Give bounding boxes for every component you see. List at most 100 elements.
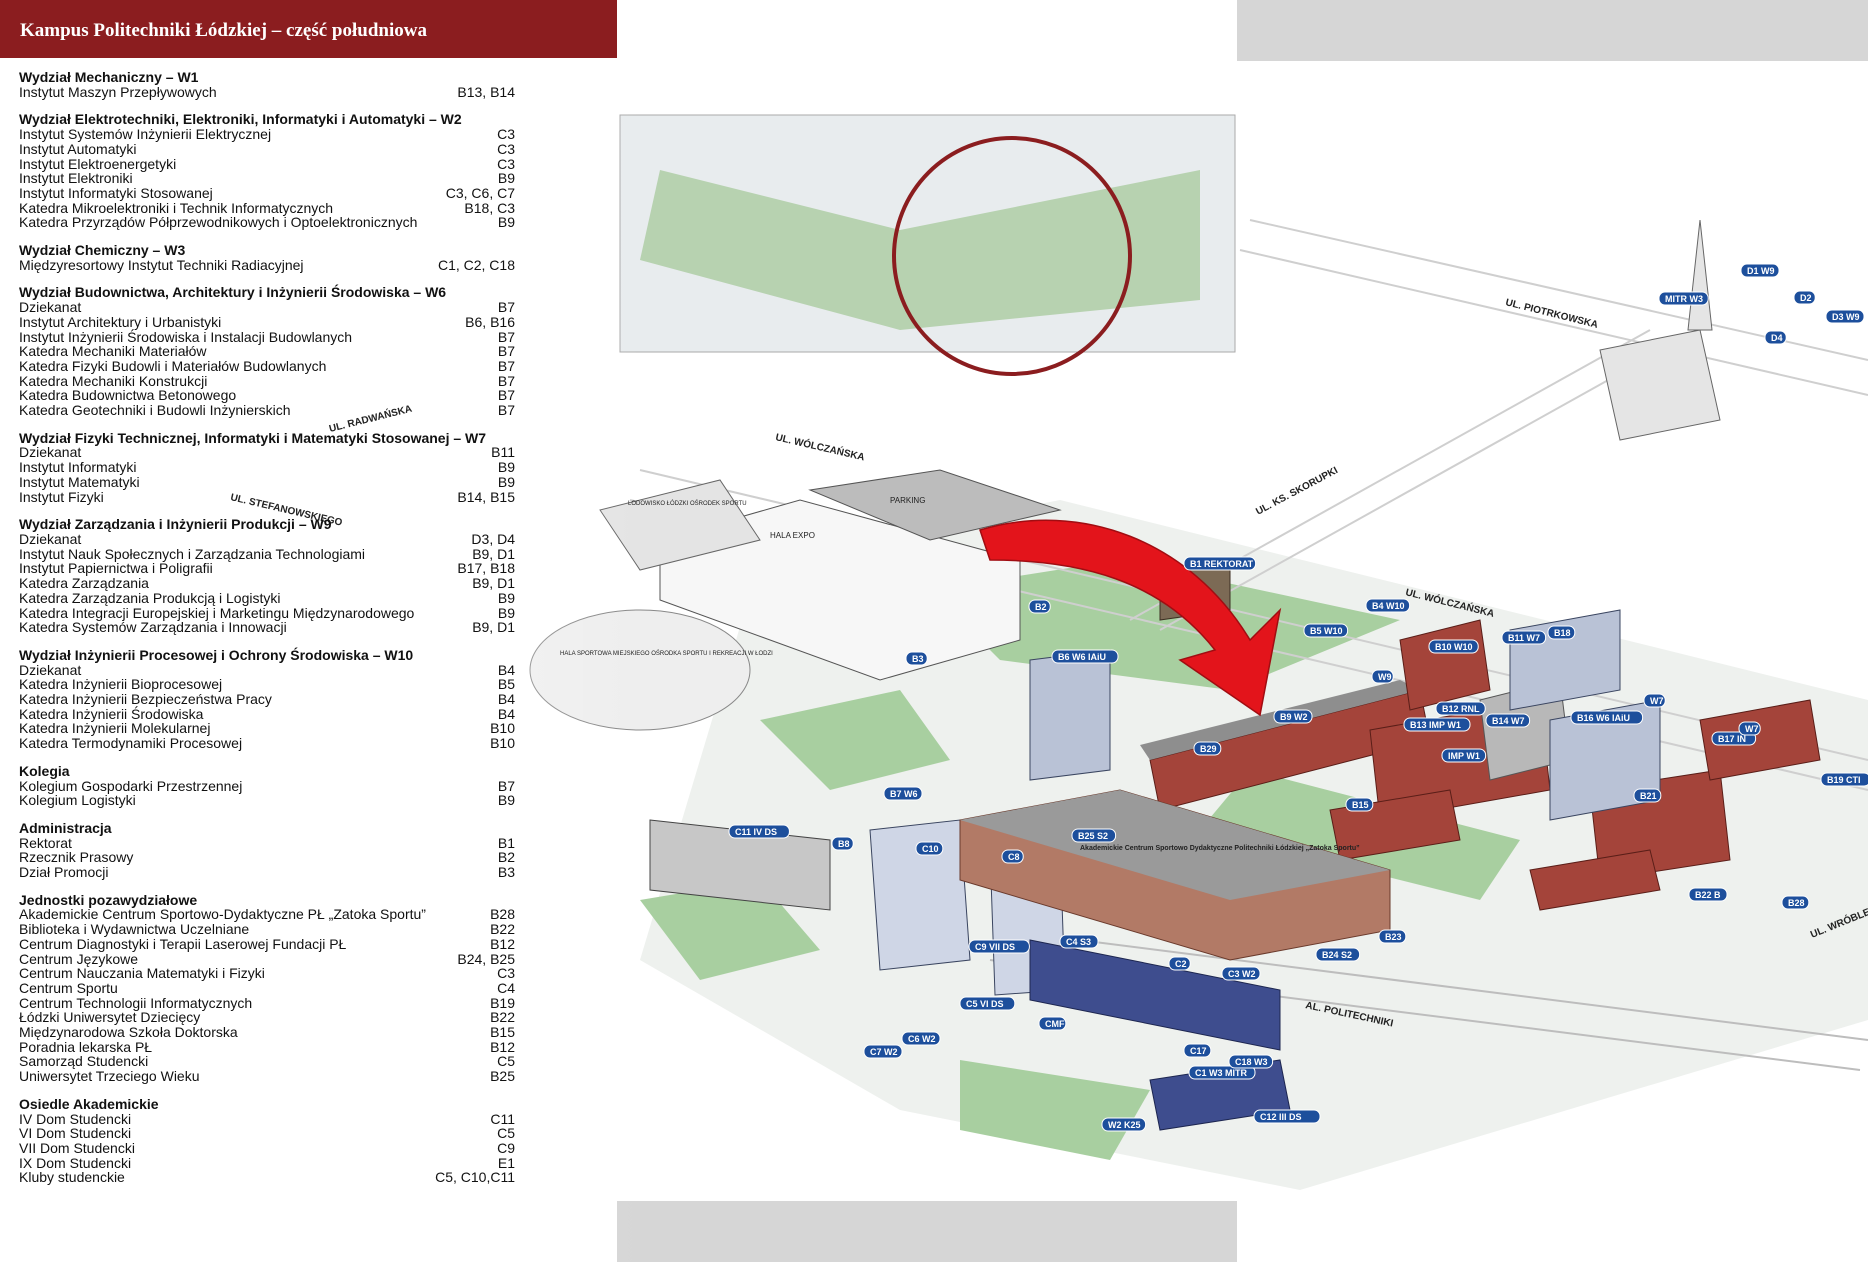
legend-building-code: B7 xyxy=(497,387,515,404)
legend-unit-name: Instytut Nauk Społecznych i Zarządzania … xyxy=(19,545,366,562)
building-badge-label: MITR W3 xyxy=(1665,294,1703,304)
building-badge: W9 xyxy=(1371,669,1394,684)
legend-row: Biblioteka i Wydawnictwa Uczelniane B22 xyxy=(19,922,515,937)
building-badge: D1 W9 xyxy=(1740,263,1780,278)
legend-row: Rzecznik Prasowy B2 xyxy=(19,850,515,865)
legend-building-code: B9 xyxy=(497,792,515,809)
legend-unit-name: Katedra Inżynierii Środowiska xyxy=(19,705,204,722)
building-badge-label: D1 W9 xyxy=(1747,266,1775,276)
legend-building-code: D3, D4 xyxy=(471,530,515,547)
legend-row: VII Dom Studencki C9 xyxy=(19,1141,515,1156)
building-badge: D3 W9 xyxy=(1825,309,1865,324)
legend-building-code: B14, B15 xyxy=(457,488,515,505)
legend-building-code: C1, C2, C18 xyxy=(437,256,515,273)
building-badge-label: B25 S2 xyxy=(1078,831,1108,841)
building-badge: B5 W10 xyxy=(1303,623,1349,638)
legend-section-title: Kolegia xyxy=(19,762,70,779)
legend-unit-name: Instytut Informatyki xyxy=(19,459,137,476)
legend-building-code: E1 xyxy=(497,1154,515,1171)
legend-building-code: B10 xyxy=(490,735,515,752)
legend-unit-name: Międzynarodowa Szkoła Doktorska xyxy=(19,1024,238,1041)
legend-unit-name: Katedra Termodynamiki Procesowej xyxy=(19,735,243,752)
building-badge-label: C17 xyxy=(1190,1046,1207,1056)
legend-section-title: Wydział Chemiczny – W3 xyxy=(19,242,186,259)
building-badge-label: C11 IV DS xyxy=(735,827,777,837)
legend-row: Dziekanat B7 xyxy=(19,300,515,315)
building-badge-label: B11 W7 xyxy=(1508,633,1540,643)
legend-row: Instytut Matematyki B9 xyxy=(19,475,515,490)
legend-building-code: B9 xyxy=(497,214,515,231)
legend-row: Dziekanat B11 xyxy=(19,445,515,460)
building-badge-label: B17 IN xyxy=(1718,734,1746,744)
legend-unit-name: Poradnia lekarska PŁ xyxy=(19,1038,153,1055)
legend-row: Katedra Fizyki Budowli i Materiałów Budo… xyxy=(19,359,515,374)
building-badge: C17 xyxy=(1183,1043,1212,1058)
legend-section: Administracja Rektorat B1 Rzecznik Prasowy B… xyxy=(19,821,515,880)
building-badge: C7 W2 xyxy=(863,1044,903,1059)
header-bar: Kampus Politechniki Łódzkiej – część poł… xyxy=(0,0,617,58)
legend-row: Dział Promocji B3 xyxy=(19,865,515,880)
legend-unit-name: VI Dom Studencki xyxy=(19,1125,132,1142)
building-badge-label: C3 W2 xyxy=(1228,969,1256,979)
building-badge: B19 CTI xyxy=(1820,772,1868,787)
legend-unit-name: Katedra Przyrządów Półprzewodnikowych i … xyxy=(19,214,418,231)
legend-row: Instytut Nauk Społecznych i Zarządzania … xyxy=(19,545,515,562)
legend-unit-name: IX Dom Studencki xyxy=(19,1154,132,1171)
legend-section: Wydział Mechaniczny – W1 Instytut Maszyn … xyxy=(19,70,515,99)
legend-building-code: B25 xyxy=(490,1068,515,1085)
legend-row: Katedra Mechaniki Materiałów B7 xyxy=(19,344,515,359)
building-badge: C3 W2 xyxy=(1221,966,1261,981)
legend-building-code: B9, D1 xyxy=(472,575,515,592)
legend-row: Instytut Systemów Inżynierii Elektryczne… xyxy=(19,127,515,142)
legend-building-code: B7 xyxy=(497,402,515,419)
legend-unit-name: Katedra Systemów Zarządzania i Innowacji xyxy=(19,619,287,636)
legend-row: Instytut Informatyki Stosowanej C3, C6, C… xyxy=(19,186,515,201)
building-badge-label: C18 W3 xyxy=(1235,1057,1268,1067)
legend-unit-name: Katedra Inżynierii Bezpieczeństwa Pracy xyxy=(19,691,272,708)
legend-row: Instytut Fizyki B14, B15 xyxy=(19,488,515,505)
legend-row: Centrum Językowe B24, B25 xyxy=(19,951,515,967)
legend-section-title: Wydział Budownictwa, Architektury i Inży… xyxy=(19,284,447,301)
legend-building-code: C3 xyxy=(497,140,515,157)
building-badge: B2 xyxy=(1028,599,1051,614)
building-badge-label: B1 REKTORAT xyxy=(1190,559,1254,569)
building-badge-label: C5 VI DS xyxy=(966,999,1004,1009)
legend-row: Instytut Papiernictwa i Poligrafii B17, B… xyxy=(19,561,515,576)
building-badge: D4 xyxy=(1764,330,1787,345)
cathedral xyxy=(1599,329,1721,441)
building-badge-label: C12 III DS xyxy=(1260,1112,1302,1122)
building-badge-label: B22 B xyxy=(1695,890,1721,900)
legend-building-code: B22 xyxy=(490,921,515,938)
legend-building-code: B11 xyxy=(491,444,515,461)
building-badge: B21 xyxy=(1633,788,1662,803)
legend-section-title: Wydział Mechaniczny – W1 xyxy=(19,69,199,85)
legend-building-code: B15 xyxy=(490,1024,515,1041)
legend-section-title: Administracja xyxy=(19,819,112,836)
legend-building-code: B13, B14 xyxy=(457,83,515,100)
building-badge-label: D2 xyxy=(1800,293,1812,303)
building-badge-label: B21 xyxy=(1640,791,1657,801)
building-badge-label: B18 xyxy=(1554,628,1571,638)
legend-section: Wydział Elektrotechniki, Elektroniki, In… xyxy=(19,112,515,230)
legend-row: Instytut Inżynierii Środowiska i Instala… xyxy=(19,329,515,345)
legend-row: Instytut Elektroenergetyki C3 xyxy=(19,156,515,172)
legend-unit-name: Łódzki Uniwersytet Dziecięcy xyxy=(19,1009,201,1026)
building-badge-label: D4 xyxy=(1771,333,1783,343)
legend-building-code: C5 xyxy=(497,1125,515,1142)
legend-unit-name: Instytut Elektroniki xyxy=(19,170,133,187)
building-badge-label: IMP W1 xyxy=(1448,751,1480,761)
legend-building-code: C11 xyxy=(490,1110,515,1127)
building-badge-label: B9 W2 xyxy=(1280,712,1308,722)
legend-building-code: C5, C10,C11 xyxy=(435,1169,515,1186)
legend-unit-name: Katedra Zarządzania xyxy=(19,575,149,592)
legend-row: Centrum Nauczania Matematyki i Fizyki C3 xyxy=(19,966,515,981)
street-piotrkowska xyxy=(1239,219,1868,396)
legend-row: Uniwersytet Trzeciego Wieku B25 xyxy=(19,1069,515,1084)
legend-unit-name: Katedra Zarządzania Produkcją i Logistyk… xyxy=(19,589,281,606)
legend-row: Kolegium Logistyki B9 xyxy=(19,793,515,808)
legend-row: IV Dom Studencki C11 xyxy=(19,1110,515,1127)
building-badge: D2 xyxy=(1793,290,1816,305)
legend-row: Katedra Inżynierii Molekularnej B10 xyxy=(19,721,515,736)
building-badge-label: C6 W2 xyxy=(908,1034,936,1044)
building-badge: CMF xyxy=(1038,1016,1067,1031)
